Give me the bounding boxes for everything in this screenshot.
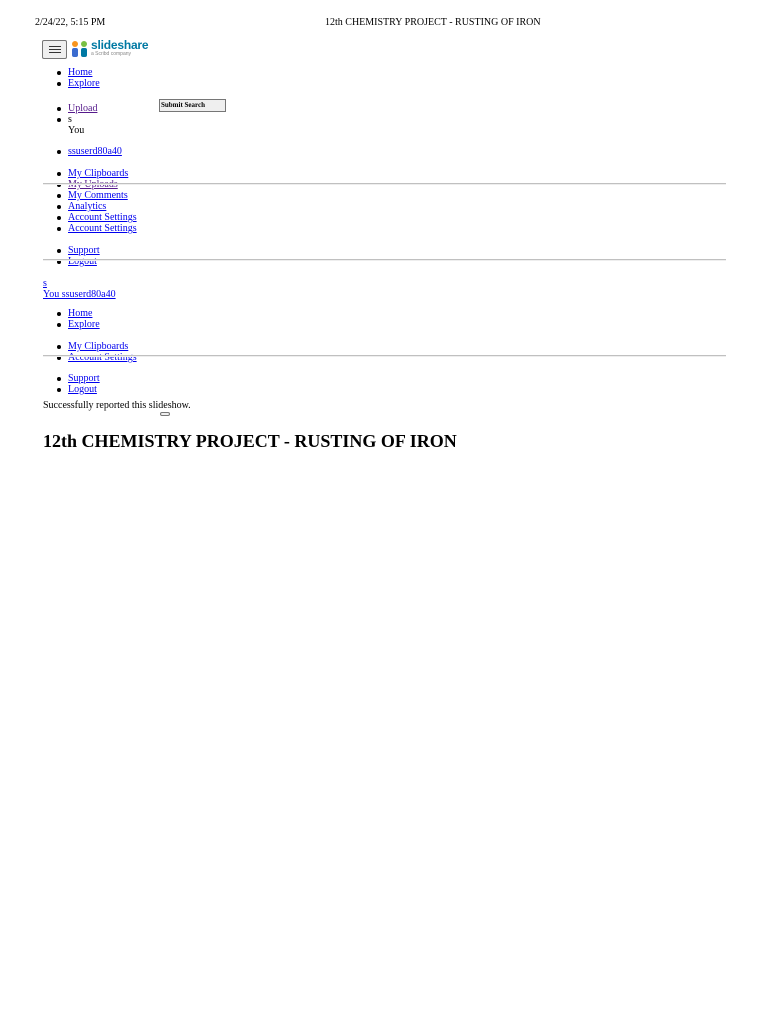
mobile-you-user-link[interactable]: You ssuserd80a40 bbox=[43, 289, 116, 300]
support-menu-item: Support bbox=[43, 245, 100, 256]
mobile-user-menu: My Clipboards Account Settings bbox=[43, 341, 137, 363]
user-menu-item: My Comments bbox=[43, 190, 137, 201]
nav-item-home: Home bbox=[43, 67, 100, 78]
primary-nav: Home Explore bbox=[43, 67, 100, 89]
mobile-account-settings-link[interactable]: Account Settings bbox=[68, 352, 137, 363]
my-clipboards-link[interactable]: My Clipboards bbox=[68, 168, 128, 179]
mobile-user-menu-item: My Clipboards bbox=[43, 341, 137, 352]
mobile-explore-link[interactable]: Explore bbox=[68, 319, 100, 330]
mobile-home-link[interactable]: Home bbox=[68, 308, 92, 319]
mobile-nav-item: Explore bbox=[43, 319, 100, 330]
logo-tagline: a Scribd company bbox=[91, 51, 132, 57]
user-initial[interactable]: s bbox=[68, 114, 72, 125]
mobile-user-initial[interactable]: s bbox=[43, 278, 47, 289]
user-name-list: ssuserd80a40 bbox=[43, 146, 122, 157]
nav-link-explore[interactable]: Explore bbox=[68, 78, 100, 89]
user-name-item: ssuserd80a40 bbox=[43, 146, 122, 157]
account-settings-link[interactable]: Account Settings bbox=[68, 212, 137, 223]
user-menu-item: My Clipboards bbox=[43, 168, 137, 179]
menu-toggle-button[interactable] bbox=[42, 40, 67, 59]
upload-link[interactable]: Upload bbox=[68, 103, 97, 114]
account-settings-link-2[interactable]: Account Settings bbox=[68, 223, 137, 234]
analytics-link[interactable]: Analytics bbox=[68, 201, 106, 212]
support-menu-item: Logout bbox=[43, 256, 100, 267]
hamburger-icon-line bbox=[49, 52, 61, 53]
search-submit-button[interactable]: Submit Search bbox=[159, 99, 226, 112]
secondary-nav: Upload s You bbox=[43, 103, 97, 136]
mobile-logout-link[interactable]: Logout bbox=[68, 384, 97, 395]
divider bbox=[43, 183, 726, 185]
mobile-support-item: Support bbox=[43, 373, 100, 384]
mobile-support-item: Logout bbox=[43, 384, 100, 395]
mobile-user-block: s You ssuserd80a40 bbox=[43, 278, 116, 300]
my-comments-link[interactable]: My Comments bbox=[68, 190, 128, 201]
nav-item-explore: Explore bbox=[43, 78, 100, 89]
support-menu: Support Logout bbox=[43, 245, 100, 267]
mobile-support-menu: Support Logout bbox=[43, 373, 100, 395]
logo-wordmark: slideshare bbox=[91, 38, 149, 52]
print-page-title: 12th CHEMISTRY PROJECT - RUSTING OF IRON bbox=[325, 17, 541, 28]
divider bbox=[43, 259, 726, 261]
print-date: 2/24/22, 5:15 PM bbox=[35, 17, 106, 28]
nav-link-home[interactable]: Home bbox=[68, 67, 92, 78]
dismiss-button[interactable] bbox=[160, 412, 170, 416]
username-link[interactable]: ssuserd80a40 bbox=[68, 146, 122, 157]
print-header: 2/24/22, 5:15 PM 12th CHEMISTRY PROJECT … bbox=[0, 17, 768, 31]
you-label[interactable]: You bbox=[68, 125, 84, 136]
nav-item-upload: Upload bbox=[43, 103, 97, 114]
mobile-clipboards-link[interactable]: My Clipboards bbox=[68, 341, 128, 352]
hamburger-icon-line bbox=[49, 49, 61, 50]
slideshare-logo[interactable]: slideshare a Scribd company bbox=[71, 38, 161, 60]
nav-item-you: You bbox=[43, 125, 97, 136]
slideshow-title: 12th CHEMISTRY PROJECT - RUSTING OF IRON bbox=[43, 431, 457, 451]
mobile-user-menu-item: Account Settings bbox=[43, 352, 137, 363]
user-menu: My Clipboards My Uploads My Comments Ana… bbox=[43, 168, 137, 234]
user-menu-item: Account Settings bbox=[43, 212, 137, 223]
mobile-nav-item: Home bbox=[43, 308, 100, 319]
report-success-message: Successfully reported this slideshow. bbox=[43, 400, 191, 411]
mobile-support-link[interactable]: Support bbox=[68, 373, 100, 384]
user-menu-item: Account Settings bbox=[43, 223, 137, 234]
logout-link[interactable]: Logout bbox=[68, 256, 97, 267]
divider bbox=[43, 355, 726, 357]
hamburger-icon bbox=[49, 46, 61, 47]
support-link[interactable]: Support bbox=[68, 245, 100, 256]
slideshare-logo-icon bbox=[72, 41, 87, 57]
user-menu-item: Analytics bbox=[43, 201, 137, 212]
nav-item-profile: s bbox=[43, 114, 97, 125]
mobile-nav: Home Explore bbox=[43, 308, 100, 330]
